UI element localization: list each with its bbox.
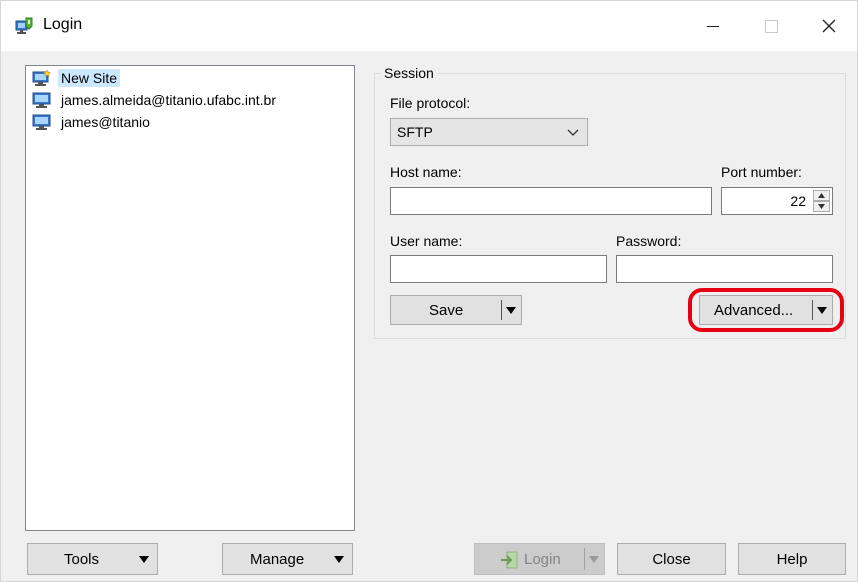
chevron-down-icon: [567, 129, 579, 136]
help-button-label: Help: [776, 550, 808, 568]
login-icon: [501, 551, 518, 569]
tools-button[interactable]: Tools: [27, 543, 158, 575]
computer-icon: [32, 114, 51, 130]
close-button-label: Close: [652, 550, 691, 568]
login-button[interactable]: Login: [474, 543, 605, 575]
computer-icon: [32, 92, 51, 108]
manage-button[interactable]: Manage: [222, 543, 353, 575]
close-button[interactable]: Close: [617, 543, 726, 575]
advanced-button[interactable]: Advanced...: [699, 295, 833, 325]
title-bar[interactable]: Login: [1, 1, 857, 51]
stepper-down-button[interactable]: [813, 201, 830, 212]
minimize-icon: [707, 25, 719, 27]
tree-item-label: james.almeida@titanio.ufabc.int.br: [61, 92, 276, 108]
tools-button-label: Tools: [64, 551, 100, 568]
port-number-stepper[interactable]: 22: [721, 187, 833, 215]
port-number-label: Port number:: [721, 164, 802, 180]
dropdown-caret-icon[interactable]: [506, 307, 516, 314]
new-site-icon: [32, 69, 52, 86]
maximize-icon: [764, 19, 778, 33]
host-name-input[interactable]: [390, 187, 712, 215]
file-protocol-value: SFTP: [397, 124, 433, 140]
tree-item-site[interactable]: james@titanio: [32, 112, 153, 132]
close-window-button[interactable]: [801, 1, 857, 51]
password-input[interactable]: [616, 255, 833, 283]
advanced-button-label: Advanced...: [714, 302, 794, 319]
manage-button-label: Manage: [250, 551, 305, 568]
tree-item-label: james@titanio: [61, 114, 150, 130]
dropdown-caret-icon: [139, 556, 149, 563]
login-button-label: Login: [524, 551, 561, 568]
tree-item-new-site[interactable]: New Site: [32, 68, 121, 88]
dropdown-caret-icon: [334, 556, 344, 563]
file-protocol-select[interactable]: SFTP: [390, 118, 588, 146]
site-tree[interactable]: New Site james.almeida@titanio.ufabc.int…: [25, 65, 355, 531]
caret-down-icon: [818, 204, 825, 209]
password-label: Password:: [616, 233, 682, 249]
user-name-input[interactable]: [390, 255, 607, 283]
dropdown-caret-icon[interactable]: [817, 307, 827, 314]
session-group-label: Session: [381, 65, 437, 81]
host-name-label: Host name:: [390, 164, 462, 180]
help-button[interactable]: Help: [738, 543, 846, 575]
winscp-app-icon: [15, 17, 33, 34]
stepper-arrows: [813, 190, 830, 212]
user-name-label: User name:: [390, 233, 463, 249]
split-separator: [812, 300, 813, 320]
close-icon: [822, 19, 836, 33]
save-button-label: Save: [429, 302, 464, 319]
file-protocol-label: File protocol:: [390, 95, 471, 111]
split-separator: [501, 300, 502, 320]
maximize-button[interactable]: [743, 1, 799, 51]
login-window: Login New Site james.almeida@titanio.ufa…: [0, 0, 858, 582]
window-title: Login: [43, 16, 83, 33]
minimize-button[interactable]: [685, 1, 741, 51]
port-number-value: 22: [790, 193, 806, 209]
stepper-up-button[interactable]: [813, 190, 830, 201]
caret-up-icon: [818, 193, 825, 198]
tree-item-label: New Site: [58, 69, 121, 87]
tree-item-site[interactable]: james.almeida@titanio.ufabc.int.br: [32, 90, 279, 110]
dropdown-caret-icon: [589, 556, 599, 563]
split-separator: [584, 548, 585, 570]
save-button[interactable]: Save: [390, 295, 522, 325]
